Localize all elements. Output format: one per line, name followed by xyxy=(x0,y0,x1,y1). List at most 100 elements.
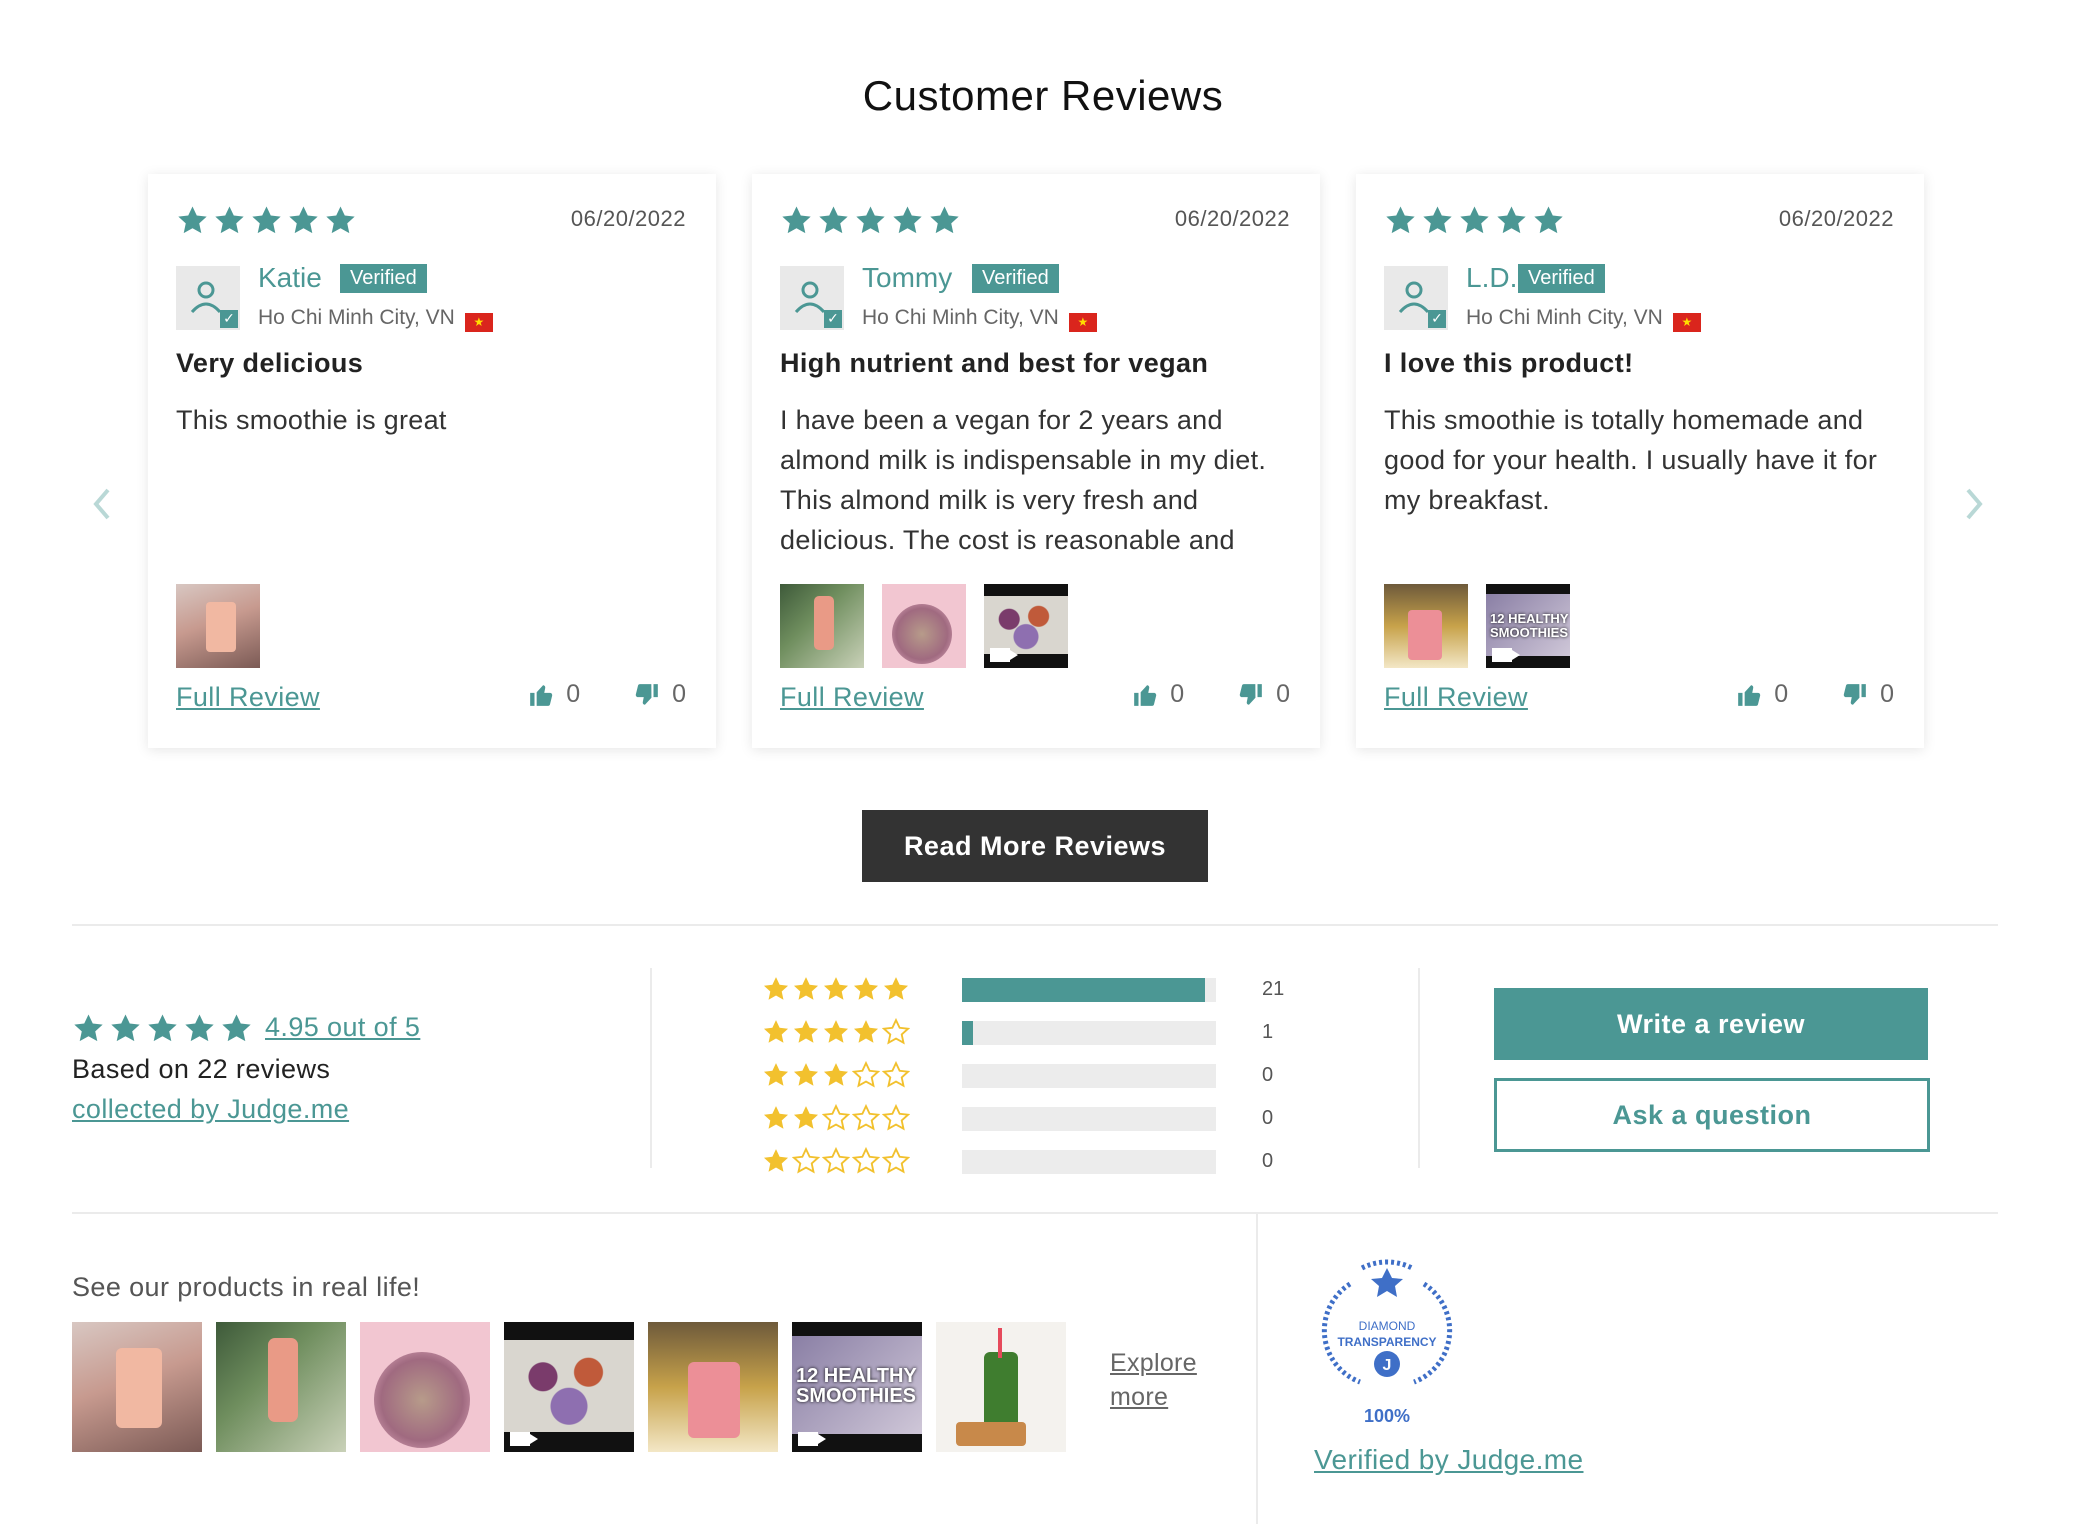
histogram-stars xyxy=(762,1018,962,1046)
thumbs-up-icon[interactable] xyxy=(528,682,554,708)
star-icon xyxy=(762,1061,790,1089)
star-outline-icon xyxy=(852,1104,880,1132)
full-review-link[interactable]: Full Review xyxy=(780,682,924,713)
full-review-link[interactable]: Full Review xyxy=(176,682,320,713)
review-card: 06/20/2022 ✓ Tommy Verified Ho Chi Minh … xyxy=(752,174,1320,748)
location-text: Ho Chi Minh City, VN xyxy=(258,306,455,329)
badge-line2: TRANSPARENCY xyxy=(1337,1335,1436,1349)
gallery-photo[interactable] xyxy=(648,1322,778,1452)
divider xyxy=(650,968,652,1168)
downvote-count: 0 xyxy=(1276,680,1290,708)
svg-text:J: J xyxy=(1383,1357,1392,1374)
review-photo[interactable] xyxy=(882,584,966,668)
verified-by-judgeme-link[interactable]: Verified by Judge.me xyxy=(1314,1444,1584,1476)
histogram-stars xyxy=(762,1147,962,1175)
star-icon xyxy=(852,1018,880,1046)
video-camera-icon xyxy=(990,648,1018,662)
star-icon xyxy=(1495,204,1528,237)
star-icon xyxy=(854,204,887,237)
gallery-photo[interactable] xyxy=(72,1322,202,1452)
review-photo[interactable] xyxy=(176,584,260,668)
star-icon xyxy=(287,204,320,237)
star-outline-icon xyxy=(792,1147,820,1175)
video-camera-icon xyxy=(510,1432,538,1446)
star-icon xyxy=(822,1061,850,1089)
badge-percent: 100% xyxy=(1364,1406,1410,1426)
section-title: Customer Reviews xyxy=(862,72,1224,119)
review-photo[interactable] xyxy=(1384,584,1468,668)
star-icon xyxy=(822,1018,850,1046)
thumbs-up-icon[interactable] xyxy=(1132,682,1158,708)
histogram-count: 1 xyxy=(1262,1021,1274,1043)
full-review-link[interactable]: Full Review xyxy=(1384,682,1528,713)
star-icon xyxy=(762,1147,790,1175)
review-body: I have been a vegan for 2 years and almo… xyxy=(780,405,1267,555)
chevron-right-icon[interactable] xyxy=(1958,484,1988,524)
star-icon xyxy=(146,1012,179,1045)
histogram-bar-fill xyxy=(962,978,1205,1002)
star-icon xyxy=(250,204,283,237)
downvote-count: 0 xyxy=(1880,680,1894,708)
review-photo[interactable] xyxy=(780,584,864,668)
star-icon xyxy=(72,1012,105,1045)
vietnam-flag-icon: ★ xyxy=(464,313,493,332)
review-card: 06/20/2022 ✓ Katie Verified Ho Chi Minh … xyxy=(148,174,716,748)
read-more-reviews-button[interactable]: Read More Reviews xyxy=(862,810,1208,882)
star-icon xyxy=(183,1012,216,1045)
avatar: ✓ xyxy=(176,266,240,330)
star-icon xyxy=(891,204,924,237)
explore-more-link[interactable]: Explore more xyxy=(1110,1346,1210,1414)
star-icon xyxy=(762,975,790,1003)
star-outline-icon xyxy=(882,1061,910,1089)
divider xyxy=(72,924,1998,926)
review-votes: 0 0 xyxy=(528,680,686,709)
verified-badge: Verified xyxy=(1518,264,1605,293)
review-video[interactable]: 12 HEALTHY SMOOTHIES xyxy=(1486,584,1570,668)
star-outline-icon xyxy=(882,1147,910,1175)
star-icon xyxy=(1421,204,1454,237)
review-count-text: Based on 22 reviews xyxy=(72,1054,331,1084)
histogram-count: 21 xyxy=(1262,978,1285,1000)
star-icon xyxy=(1532,204,1565,237)
write-review-button[interactable]: Write a review xyxy=(1494,988,1928,1060)
average-rating-link[interactable]: 4.95 out of 5 xyxy=(265,1012,420,1043)
histogram-bar xyxy=(962,1021,1216,1045)
avatar: ✓ xyxy=(780,266,844,330)
ask-question-button[interactable]: Ask a question xyxy=(1494,1078,1930,1152)
star-icon xyxy=(852,975,880,1003)
diamond-transparency-badge: J DIAMOND TRANSPARENCY 100% xyxy=(1321,1259,1453,1426)
thumbs-down-icon[interactable] xyxy=(634,682,660,708)
histogram-stars xyxy=(762,1061,962,1089)
review-date: 06/20/2022 xyxy=(1174,206,1290,231)
star-icon xyxy=(762,1018,790,1046)
thumbs-down-icon[interactable] xyxy=(1238,682,1264,708)
star-icon xyxy=(817,204,850,237)
review-rating-stars xyxy=(1384,204,1565,237)
star-icon xyxy=(762,1104,790,1132)
thumbs-down-icon[interactable] xyxy=(1842,682,1868,708)
upvote-count: 0 xyxy=(566,680,581,708)
verified-badge: Verified xyxy=(340,264,427,293)
histogram-bar-fill xyxy=(962,1021,974,1045)
video-overlay-text: 12 HEALTHY SMOOTHIES xyxy=(1490,611,1569,640)
histogram-count: 0 xyxy=(1262,1150,1274,1172)
thumbs-up-icon[interactable] xyxy=(1736,682,1762,708)
collected-by-link[interactable]: collected by Judge.me xyxy=(72,1094,349,1125)
gallery-video[interactable]: 12 HEALTHY SMOOTHIES xyxy=(792,1322,922,1452)
star-icon xyxy=(109,1012,142,1045)
star-icon xyxy=(792,1061,820,1089)
star-outline-icon xyxy=(882,1018,910,1046)
gallery-video[interactable] xyxy=(504,1322,634,1452)
gallery-photo[interactable] xyxy=(360,1322,490,1452)
gallery-photo[interactable] xyxy=(216,1322,346,1452)
badge-line1: DIAMOND xyxy=(1359,1319,1416,1333)
review-video[interactable] xyxy=(984,584,1068,668)
vietnam-flag-icon: ★ xyxy=(1672,313,1701,332)
histogram-stars xyxy=(762,1104,962,1132)
chevron-left-icon[interactable] xyxy=(88,484,118,524)
gallery-heading: See our products in real life! xyxy=(72,1272,421,1302)
star-outline-icon xyxy=(852,1147,880,1175)
review-title: I love this product! xyxy=(1384,348,1634,378)
gallery-photo[interactable] xyxy=(936,1322,1066,1452)
review-title: High nutrient and best for vegan xyxy=(780,348,1209,378)
